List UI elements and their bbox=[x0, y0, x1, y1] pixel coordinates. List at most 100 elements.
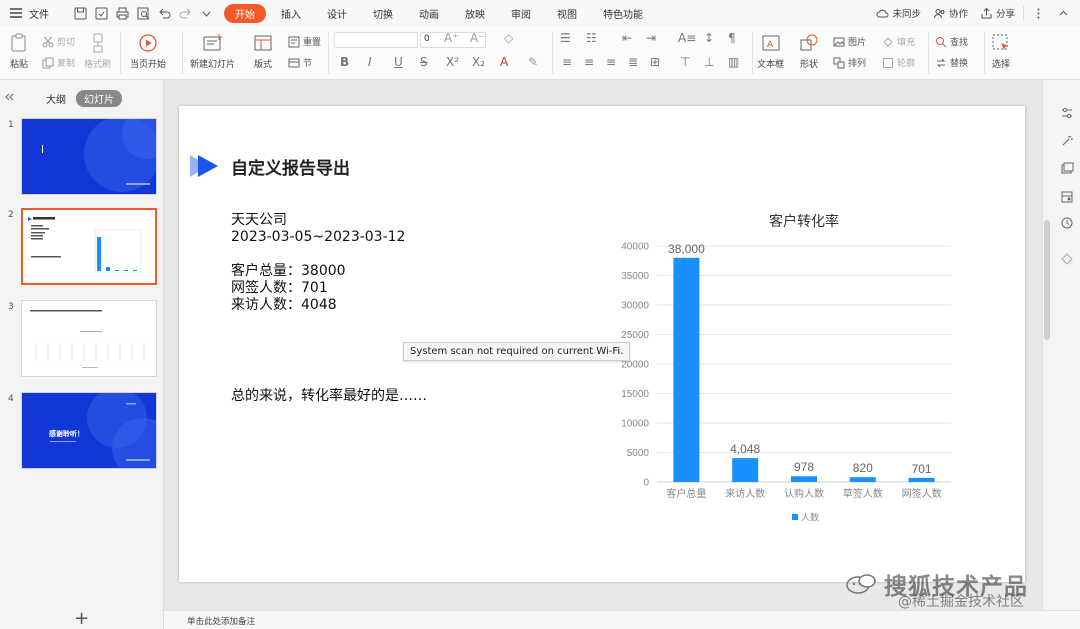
underline-icon[interactable]: U bbox=[394, 55, 403, 69]
tab-review[interactable]: 审阅 bbox=[500, 4, 542, 23]
text-direction-icon[interactable]: A≡ bbox=[678, 31, 696, 45]
superscript-icon[interactable]: X² bbox=[446, 55, 459, 69]
highlight-icon[interactable]: ✎ bbox=[528, 55, 538, 69]
tab-view[interactable]: 视图 bbox=[546, 4, 588, 23]
section-button[interactable]: 节 bbox=[288, 56, 312, 69]
more-vertical-icon bbox=[1037, 8, 1040, 18]
slide-thumbnail-1[interactable] bbox=[21, 118, 157, 195]
more-options-button[interactable] bbox=[1028, 5, 1049, 22]
grow-font-icon[interactable]: A⁺ bbox=[444, 31, 459, 45]
tab-slideshow[interactable]: 放映 bbox=[454, 4, 496, 23]
align-right-icon[interactable]: ≡ bbox=[606, 55, 616, 69]
slides-icon[interactable] bbox=[1060, 162, 1074, 176]
play-from-current-button[interactable]: 当页开始 bbox=[130, 32, 166, 70]
align-left-icon[interactable]: ≡ bbox=[562, 55, 572, 69]
company-name[interactable]: 天天公司 bbox=[231, 212, 287, 229]
textbox-button[interactable]: A 文本框 bbox=[757, 32, 784, 70]
tab-special-features[interactable]: 特色功能 bbox=[592, 4, 654, 23]
collapse-ribbon-button[interactable] bbox=[1053, 5, 1074, 22]
stat-signed[interactable]: 网签人数：701 bbox=[231, 280, 328, 297]
justify-icon[interactable]: ≣ bbox=[628, 55, 638, 69]
arrange-button[interactable]: 排列 bbox=[833, 56, 866, 69]
layout-button[interactable]: 版式 bbox=[252, 32, 274, 70]
current-slide[interactable]: 自定义报告导出 天天公司 2023-03-05~2023-03-12 客户总量：… bbox=[179, 106, 1025, 582]
numbered-list-icon[interactable]: ☷ bbox=[586, 31, 597, 45]
new-slide-button[interactable]: 新建幻灯片 bbox=[190, 32, 235, 70]
sync-button[interactable]: 未同步 bbox=[872, 4, 925, 22]
align-top-icon[interactable]: ⊤ bbox=[680, 55, 690, 69]
notes-bar[interactable]: 单击此处添加备注 bbox=[164, 610, 1080, 629]
font-color-icon[interactable]: A bbox=[500, 55, 508, 69]
fill-button[interactable]: 填充 bbox=[882, 35, 915, 48]
settings-sliders-icon[interactable] bbox=[1060, 106, 1074, 120]
stat-visitors[interactable]: 来访人数：4048 bbox=[231, 297, 337, 314]
tab-animation[interactable]: 动画 bbox=[408, 4, 450, 23]
legend-label: 人数 bbox=[801, 512, 819, 523]
cut-button[interactable]: 剪切 bbox=[42, 35, 75, 48]
vertical-scrollbar[interactable] bbox=[1044, 220, 1050, 340]
redo-icon[interactable] bbox=[178, 6, 193, 21]
history-icon[interactable] bbox=[1060, 216, 1074, 230]
add-slide-button[interactable]: + bbox=[74, 608, 89, 629]
diamond-icon[interactable] bbox=[1060, 252, 1074, 266]
italic-icon[interactable]: I bbox=[368, 55, 372, 69]
tab-slides[interactable]: 幻灯片 bbox=[76, 90, 122, 107]
slide-thumbnail-4[interactable]: 感谢聆听！ bbox=[21, 392, 157, 469]
print-icon[interactable] bbox=[115, 6, 130, 21]
tab-outline[interactable]: 大纲 bbox=[38, 90, 74, 107]
save-icon[interactable] bbox=[73, 6, 88, 21]
magic-wand-icon[interactable] bbox=[1060, 134, 1074, 148]
decrease-indent-icon[interactable]: ⇤ bbox=[622, 31, 632, 45]
y-tick-label: 30000 bbox=[621, 301, 649, 312]
distribute-icon[interactable]: ⊞ bbox=[650, 55, 660, 69]
outline-button[interactable]: 轮廓 bbox=[882, 56, 915, 69]
slide-4-preview bbox=[50, 393, 156, 468]
collab-button[interactable]: 协作 bbox=[929, 4, 972, 22]
bullet-list-icon[interactable]: ☰ bbox=[560, 31, 571, 45]
print-preview-icon[interactable] bbox=[136, 6, 151, 21]
columns-icon[interactable]: ▥ bbox=[728, 55, 739, 69]
conversion-bar-chart[interactable]: 客户转化率 0 5000 10000 15000 20000 25000 30000 35000… bbox=[599, 206, 959, 526]
stat-total-customers[interactable]: 客户总量：38000 bbox=[231, 263, 346, 280]
customize-dropdown-icon[interactable] bbox=[199, 6, 214, 21]
slide-title[interactable]: 自定义报告导出 bbox=[231, 154, 350, 179]
format-painter-button[interactable]: 格式刷 bbox=[84, 32, 111, 70]
tab-home[interactable]: 开始 bbox=[224, 3, 266, 23]
tab-design[interactable]: 设计 bbox=[316, 4, 358, 23]
copy-button[interactable]: 复制 bbox=[42, 56, 75, 69]
file-menu[interactable]: 文件 bbox=[29, 6, 49, 21]
cut-label: 剪切 bbox=[57, 38, 76, 48]
slide-thumbnail-3[interactable] bbox=[21, 300, 157, 377]
shrink-font-icon[interactable]: A⁻ bbox=[470, 31, 485, 45]
bold-icon[interactable]: B bbox=[340, 55, 349, 69]
line-spacing-icon[interactable]: ↕ bbox=[704, 31, 714, 45]
template-icon[interactable] bbox=[1060, 190, 1074, 204]
align-center-icon[interactable]: ≡ bbox=[584, 55, 594, 69]
slide-thumbnail-2[interactable] bbox=[21, 208, 157, 285]
font-family-select[interactable] bbox=[334, 32, 418, 48]
undo-icon[interactable] bbox=[157, 6, 172, 21]
export-icon[interactable] bbox=[94, 6, 109, 21]
share-button[interactable]: 分享 bbox=[976, 4, 1019, 22]
tab-transition[interactable]: 切换 bbox=[362, 4, 404, 23]
y-tick-label: 40000 bbox=[621, 242, 649, 253]
hamburger-menu-icon[interactable] bbox=[9, 6, 23, 20]
date-range[interactable]: 2023-03-05~2023-03-12 bbox=[231, 229, 405, 246]
paste-button[interactable]: 粘贴 bbox=[8, 32, 30, 70]
align-middle-icon[interactable]: ⊥ bbox=[704, 55, 714, 69]
collapse-pane-icon[interactable] bbox=[3, 91, 15, 103]
tab-insert[interactable]: 插入 bbox=[270, 4, 312, 23]
reset-button[interactable]: 重置 bbox=[288, 35, 321, 48]
clear-format-icon[interactable]: ◇ bbox=[504, 31, 513, 45]
increase-indent-icon[interactable]: ⇥ bbox=[646, 31, 656, 45]
replace-button[interactable]: 替换 bbox=[935, 56, 968, 69]
strikethrough-icon[interactable]: S bbox=[420, 55, 428, 69]
watermark-line-2: @稀土掘金技术社区 bbox=[898, 594, 1024, 610]
shape-button[interactable]: 形状 bbox=[798, 32, 820, 70]
summary-text[interactable]: 总的来说，转化率最好的是…… bbox=[231, 388, 427, 405]
paragraph-icon[interactable]: ¶ bbox=[728, 31, 736, 45]
subscript-icon[interactable]: X₂ bbox=[472, 55, 485, 69]
find-button[interactable]: 查找 bbox=[935, 35, 968, 48]
picture-button[interactable]: 图片 bbox=[833, 35, 866, 48]
select-button[interactable]: 选择 bbox=[990, 32, 1012, 70]
